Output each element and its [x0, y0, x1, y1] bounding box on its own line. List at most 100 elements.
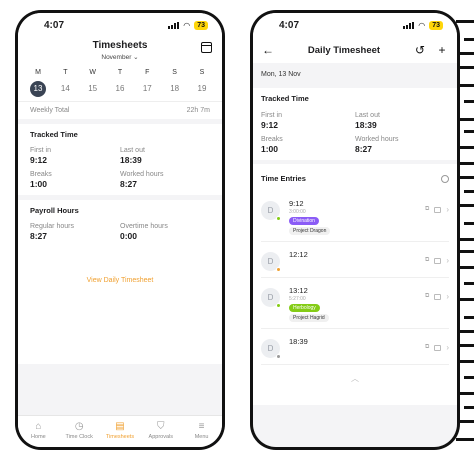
home-icon: ⌂	[35, 421, 42, 432]
day-number: 13	[30, 81, 46, 97]
day-16[interactable]: T 16	[110, 69, 130, 97]
day-number: 15	[88, 84, 98, 93]
edge-stripe	[464, 406, 474, 409]
day-15[interactable]: W 15	[83, 69, 103, 97]
tab-home[interactable]: ⌂ Home	[19, 421, 57, 440]
phone-timesheets: 4:07 ◠ 73 Timesheets November ⌄ M 13 T 14 W 1…	[15, 10, 225, 450]
first-in-value: 9:12	[261, 120, 279, 130]
tab-label: Approvals	[148, 434, 174, 440]
chevron-up-icon[interactable]: ︿	[253, 365, 457, 405]
time-entry-row[interactable]: D 13:12 5:27:00 Herbology Project Hagrid ⧉ ›	[261, 278, 449, 329]
page-title: Timesheets	[92, 40, 148, 51]
day-number: 17	[142, 84, 152, 93]
status-time: 4:07	[279, 19, 300, 31]
status-dot	[276, 354, 281, 359]
day-18[interactable]: S 18	[165, 69, 185, 97]
worked-hours-value: 8:27	[355, 144, 373, 154]
day-17[interactable]: F 17	[137, 69, 157, 97]
day-number: 16	[115, 84, 125, 93]
location-photo-icon: ⧉	[425, 344, 430, 350]
breaks-value: 1:00	[30, 179, 48, 189]
signal-icon	[403, 21, 415, 29]
entry-tag: Project Dragon	[289, 227, 331, 235]
regular-hours-value: 8:27	[30, 231, 48, 241]
last-out-value: 18:39	[355, 120, 377, 130]
day-14[interactable]: T 14	[55, 69, 75, 97]
day-13[interactable]: M 13	[28, 69, 48, 97]
time-entry-row[interactable]: D 12:12 ⧉ ›	[261, 242, 449, 278]
tab-label: Home	[31, 434, 46, 440]
avatar: D	[261, 339, 281, 359]
day-number: 19	[197, 84, 207, 93]
time-entry-row[interactable]: D 9:12 3:00:00 Divination Project Dragon ⧉ ›	[261, 191, 449, 242]
time-entries-title: Time Entries	[261, 174, 306, 183]
clock-icon[interactable]	[441, 174, 449, 183]
entry-tag: Divination	[289, 217, 319, 225]
location-photo-icon: ⧉	[425, 257, 430, 263]
first-in-value: 9:12	[30, 155, 48, 165]
payroll-hours-card: Payroll Hours Regular hours 8:27 Overtime…	[18, 200, 222, 247]
worked-hours-value: 8:27	[120, 179, 138, 189]
day-number: 14	[60, 84, 70, 93]
status-time: 4:07	[44, 19, 65, 31]
edge-stripe	[460, 176, 474, 179]
payroll-hours-title: Payroll Hours	[30, 206, 79, 215]
chevron-right-icon[interactable]: ›	[446, 256, 449, 265]
status-dot	[276, 216, 281, 221]
status-dot	[276, 303, 281, 308]
day-letter: M	[35, 69, 41, 76]
timesheet-icon: ▤	[115, 421, 125, 432]
month-selector[interactable]: November ⌄	[18, 53, 222, 61]
avatar: D	[261, 252, 281, 272]
time-entry-row[interactable]: D 18:39 ⧉ ›	[261, 329, 449, 365]
location-photo-icon: ⧉	[425, 206, 430, 212]
tracked-time-title: Tracked Time	[30, 130, 78, 139]
shield-check-icon: ⛉	[157, 421, 165, 432]
view-daily-timesheet-link[interactable]: View Daily Timesheet	[87, 277, 154, 284]
day-letter: S	[172, 69, 177, 76]
day-number: 18	[170, 84, 180, 93]
chevron-right-icon[interactable]: ›	[446, 343, 449, 352]
tab-timesheets[interactable]: ▤ Timesheets	[101, 421, 139, 440]
status-bar: 4:07 ◠ 73	[18, 13, 222, 37]
add-icon[interactable]: +	[435, 43, 449, 57]
tab-label: Timesheets	[105, 434, 135, 440]
tab-time-clock[interactable]: ◷ Time Clock	[60, 421, 98, 440]
stopwatch-icon: ◷	[74, 421, 84, 432]
day-letter: S	[199, 69, 205, 76]
entry-tag: Herbology	[289, 304, 320, 312]
edge-stripe	[464, 38, 474, 41]
tab-approvals[interactable]: ⛉ Approvals	[142, 421, 180, 440]
chevron-right-icon[interactable]: ›	[446, 205, 449, 214]
tracked-time-card: Tracked Time First in 9:12 Last out 18:39 …	[253, 88, 457, 160]
history-icon[interactable]: ↺	[413, 43, 427, 57]
edge-stripe	[456, 20, 474, 23]
battery-badge: 73	[429, 20, 443, 30]
edge-stripe	[460, 84, 474, 87]
calendar-icon[interactable]	[201, 42, 212, 53]
chevron-right-icon[interactable]: ›	[446, 292, 449, 301]
note-icon	[434, 293, 442, 300]
battery-badge: 73	[194, 20, 208, 30]
tab-menu[interactable]: ≡ Menu	[183, 421, 221, 440]
week-strip: M 13 T 14 W 15 T 16 F 17 S 18 S 19	[18, 67, 222, 101]
avatar: D	[261, 288, 281, 308]
day-19[interactable]: S 19	[192, 69, 212, 97]
back-arrow-icon[interactable]: ←	[261, 43, 275, 57]
edge-stripe	[460, 146, 474, 149]
location-photo-icon: ⧉	[425, 293, 430, 299]
note-icon	[434, 257, 442, 264]
status-bar: 4:07 ◠ 73	[253, 13, 457, 37]
wifi-icon: ◠	[418, 20, 426, 30]
edge-stripe	[464, 190, 474, 193]
day-letter: T	[117, 69, 123, 76]
stage: 4:07 ◠ 73 Timesheets November ⌄ M 13 T 14 W 1…	[0, 0, 474, 465]
menu-icon: ≡	[198, 421, 205, 432]
note-icon	[434, 344, 442, 351]
edge-stripe	[460, 52, 474, 55]
status-dot	[276, 267, 281, 272]
weekly-total: Weekly Total 22h 7m	[18, 101, 222, 119]
wifi-icon: ◠	[183, 20, 191, 30]
tab-label: Time Clock	[65, 434, 93, 440]
day-letter: W	[89, 69, 96, 76]
